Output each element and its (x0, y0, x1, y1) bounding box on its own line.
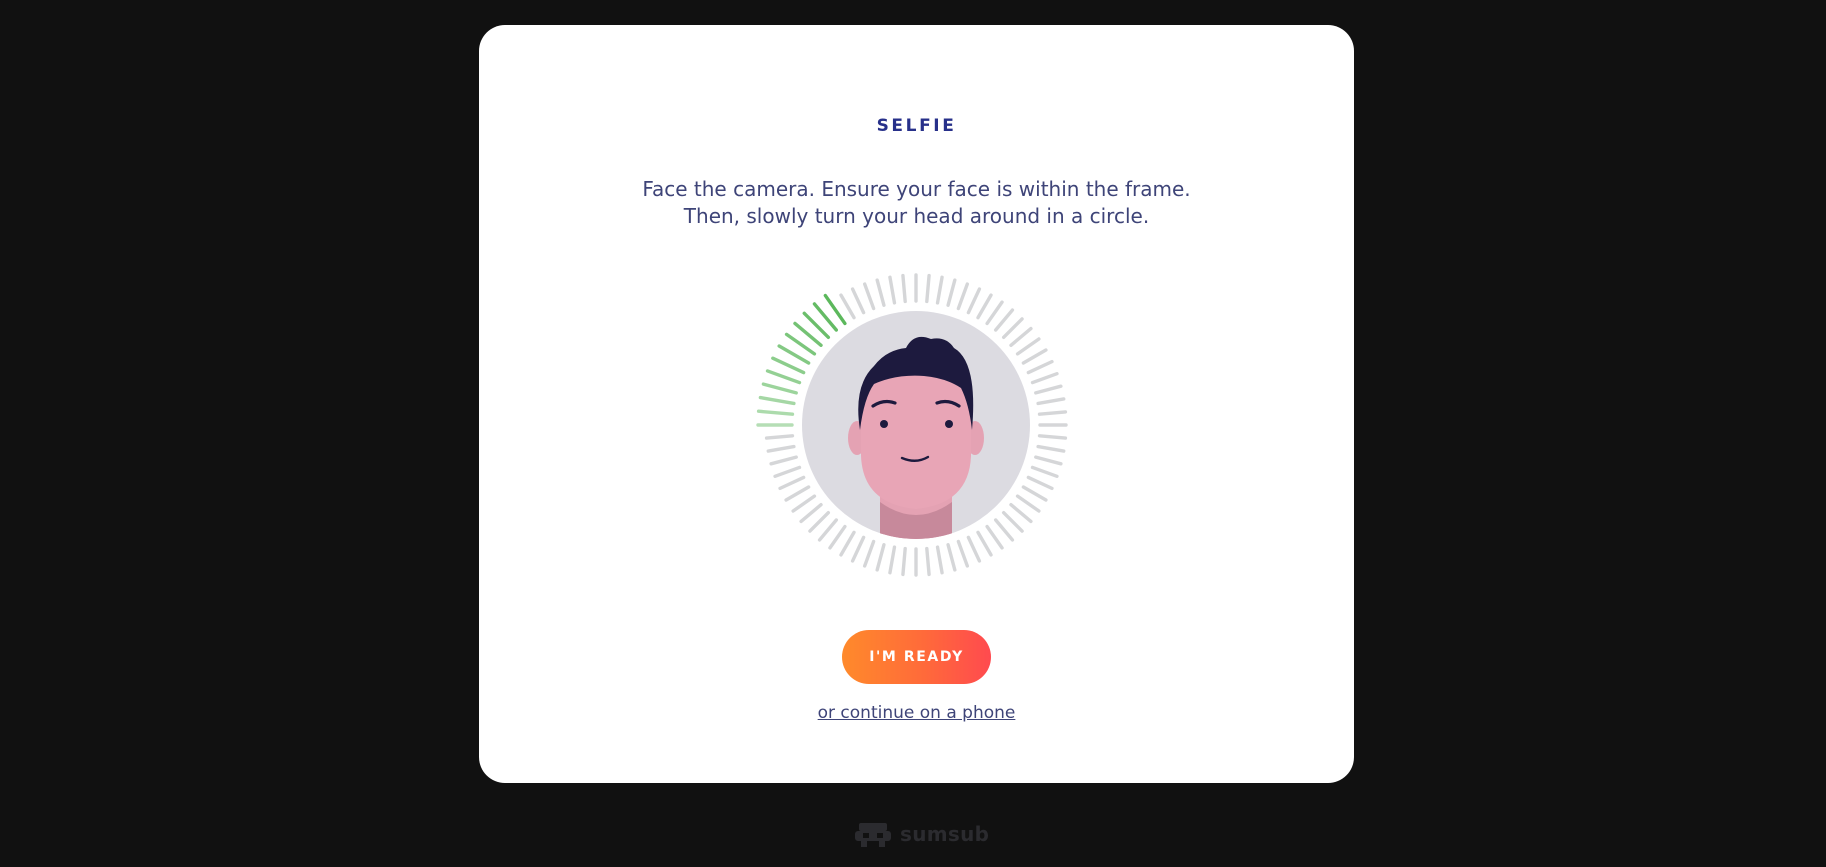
progress-tick-pending (935, 545, 944, 575)
progress-tick-pending (946, 278, 957, 307)
continue-on-phone-link[interactable]: or continue on a phone (818, 703, 1016, 723)
progress-tick-pending (994, 518, 1015, 542)
selfie-card: SELFIE Face the camera. Ensure your face… (479, 25, 1354, 783)
sumsub-logo-icon (855, 823, 891, 847)
progress-tick-pending (1034, 384, 1063, 395)
progress-tick-pending (1001, 317, 1024, 340)
progress-tick-pending (817, 518, 838, 542)
progress-tick-complete (758, 395, 796, 406)
progress-tick-complete (771, 356, 806, 375)
progress-tick-pending (1037, 434, 1068, 440)
progress-tick-pending (1030, 465, 1059, 479)
progress-tick-pending (994, 308, 1015, 332)
brand-footer: sumsub (853, 818, 989, 850)
progress-tick-pending (901, 546, 907, 577)
face-illustration (756, 266, 1076, 586)
progress-tick-pending (1021, 485, 1048, 502)
progress-tick-pending (839, 530, 856, 557)
progress-tick-pending (935, 275, 944, 305)
progress-tick-pending (1001, 510, 1024, 533)
progress-tick-pending (1036, 397, 1066, 406)
progress-tick-pending (828, 524, 847, 550)
progress-tick-pending (946, 543, 957, 572)
progress-tick-pending (773, 465, 802, 479)
progress-tick-pending (766, 444, 796, 453)
progress-tick-pending (888, 545, 897, 575)
instructions-text: Face the camera. Ensure your face is wit… (479, 176, 1354, 230)
progress-tick-pending (1009, 326, 1033, 347)
progress-tick-pending (850, 535, 866, 563)
progress-tick-pending (778, 475, 806, 491)
brand-name: sumsub (900, 822, 990, 846)
progress-tick-pending (925, 273, 931, 304)
progress-tick-pending (966, 535, 982, 563)
im-ready-button[interactable]: I'M READY (842, 630, 991, 684)
instruction-line-1: Face the camera. Ensure your face is wit… (642, 177, 1191, 201)
progress-tick-pending (956, 282, 970, 311)
progress-tick-pending (862, 539, 876, 568)
progress-tick-pending (1015, 337, 1041, 356)
progress-tick-pending (791, 494, 817, 513)
face-progress-svg (756, 273, 1068, 577)
progress-tick-pending (808, 510, 831, 533)
progress-tick-pending (839, 293, 856, 320)
progress-tick-complete (761, 382, 798, 395)
progress-tick-pending (888, 275, 897, 305)
progress-tick-pending (784, 485, 811, 502)
progress-tick-pending (976, 293, 993, 320)
progress-tick-pending (1036, 444, 1066, 453)
progress-tick-pending (1015, 494, 1041, 513)
progress-tick-pending (1026, 475, 1054, 491)
progress-tick-pending (956, 539, 970, 568)
progress-tick-pending (850, 287, 866, 315)
progress-tick-pending (985, 300, 1004, 326)
progress-tick-pending (1034, 455, 1063, 466)
page-title: SELFIE (876, 116, 957, 136)
progress-tick-pending (875, 543, 886, 572)
progress-tick-pending (966, 287, 982, 315)
progress-tick-pending (901, 273, 907, 304)
phone-link-wrap: or continue on a phone (479, 703, 1354, 723)
progress-tick-pending (1037, 410, 1068, 416)
instruction-line-2: Then, slowly turn your head around in a … (683, 204, 1150, 228)
progress-tick-pending (976, 530, 993, 557)
progress-tick-pending (799, 503, 823, 524)
progress-tick-pending (769, 455, 798, 466)
progress-tick-pending (862, 282, 876, 311)
progress-tick-pending (1030, 371, 1059, 385)
progress-tick-pending (1009, 503, 1033, 524)
progress-tick-pending (875, 278, 886, 307)
progress-tick-pending (1026, 359, 1054, 375)
progress-tick-pending (764, 434, 795, 440)
progress-tick-complete (756, 409, 795, 416)
progress-tick-pending (925, 546, 931, 577)
progress-tick-pending (1021, 348, 1048, 365)
progress-tick-complete (765, 369, 802, 385)
progress-tick-pending (985, 524, 1004, 550)
